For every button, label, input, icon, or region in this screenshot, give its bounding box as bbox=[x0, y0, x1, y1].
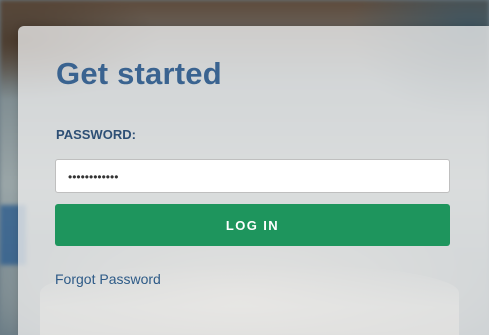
password-input[interactable]: •••••••••••• bbox=[55, 159, 450, 193]
login-button[interactable]: LOG IN bbox=[55, 204, 450, 246]
page-title: Get started bbox=[56, 56, 222, 91]
forgot-password-link[interactable]: Forgot Password bbox=[55, 271, 161, 287]
login-panel: Get started PASSWORD: •••••••••••• LOG I… bbox=[18, 26, 489, 335]
password-label: PASSWORD: bbox=[56, 127, 136, 142]
